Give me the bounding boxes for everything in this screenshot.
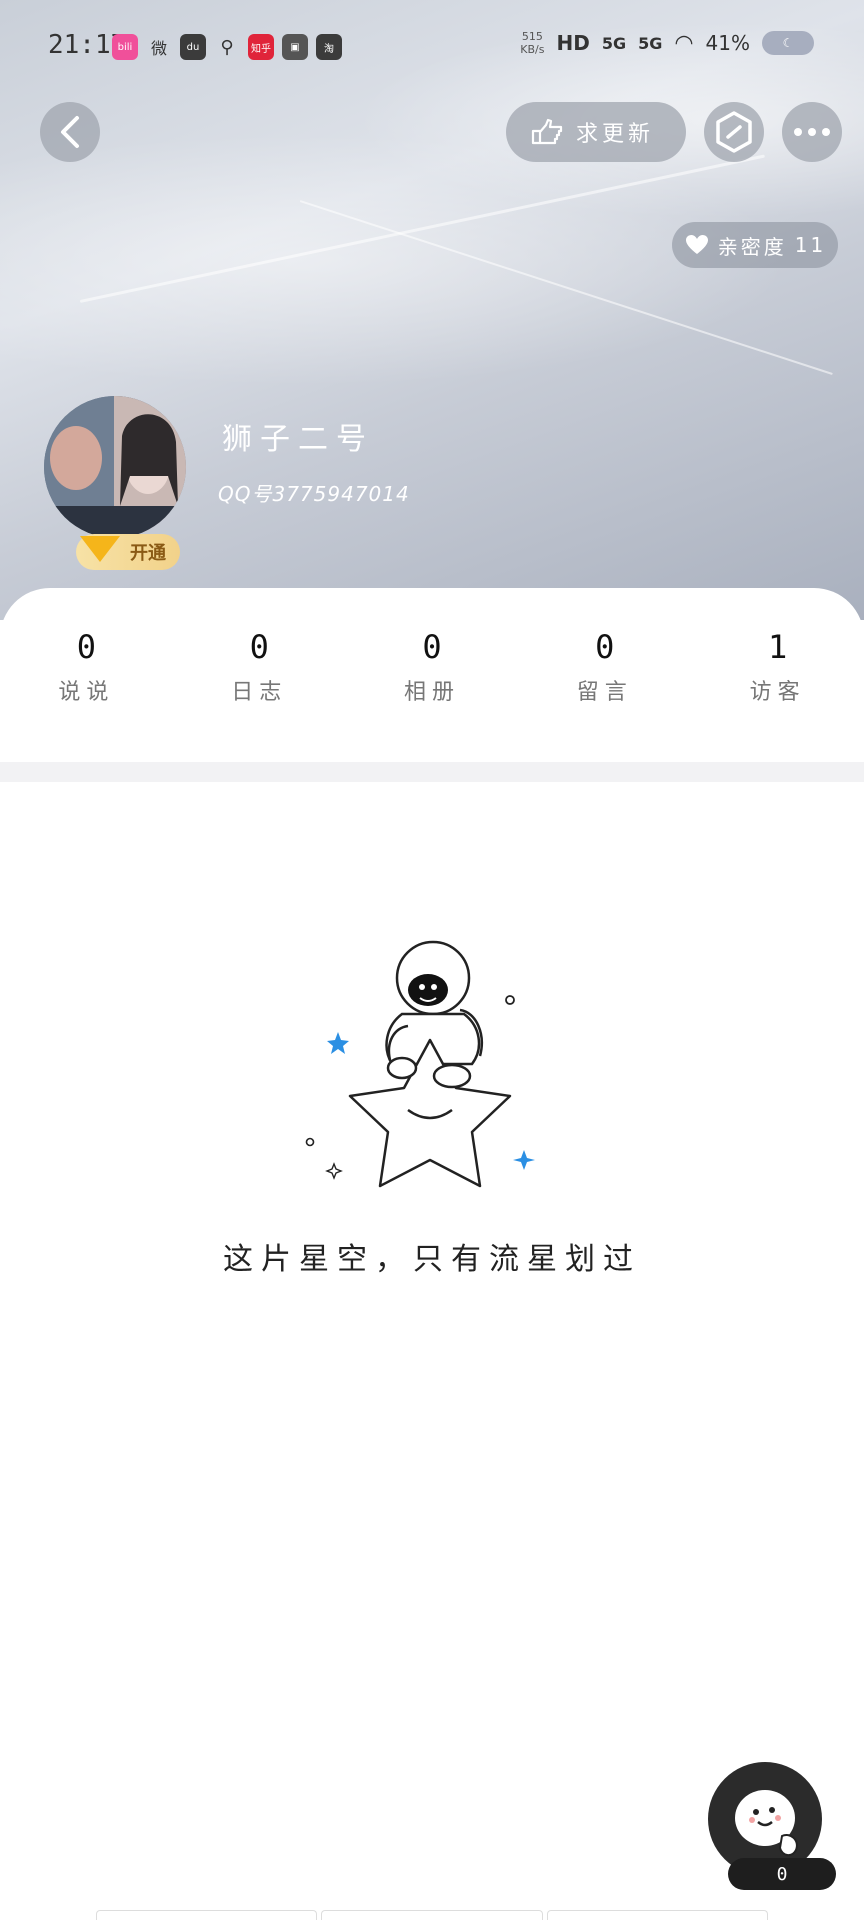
status-bar: 21:17 bili 微 du ⚲ 知乎 ▣ 淘 515 KB/s HD 5G …	[0, 0, 864, 96]
stat-label: 说说	[58, 680, 115, 705]
moon-icon: ☾	[762, 31, 814, 55]
bottom-tab-edge	[546, 1910, 768, 1920]
stat-value: 0	[249, 628, 269, 666]
stat-album[interactable]: 0 相册	[346, 628, 519, 706]
zhihu-icon: 知乎	[248, 34, 274, 60]
net-speed-unit: KB/s	[520, 43, 545, 56]
stat-value: 1	[767, 628, 788, 666]
empty-state-message: 这片星空，只有流星划过	[223, 1242, 641, 1277]
heart-icon	[685, 235, 708, 254]
diamond-icon	[80, 536, 120, 562]
stat-label: 日志	[231, 680, 288, 705]
intimacy-label: 亲密度	[717, 234, 787, 259]
intimacy-value: 11	[794, 233, 827, 257]
more-dots-icon	[794, 128, 830, 136]
qq-number: QQ号3775947014	[218, 482, 410, 506]
status-right: 515 KB/s HD 5G 5G ◠ 41% ☾	[520, 30, 814, 56]
bottom-tab-edge	[321, 1910, 543, 1920]
nickname: 狮子二号	[222, 422, 374, 457]
request-update-button[interactable]: 求更新	[506, 102, 686, 162]
net-speed-value: 515	[521, 30, 543, 43]
stat-blog[interactable]: 0 日志	[173, 628, 346, 706]
pointing-hand-icon	[531, 118, 563, 145]
game-icon: ▣	[282, 34, 308, 60]
weibo-icon: 微	[150, 39, 167, 58]
stat-label: 访客	[749, 680, 806, 705]
maps-icon: ⚲	[220, 36, 234, 58]
cover-streak	[79, 154, 766, 303]
stats-row: 0 说说 0 日志 0 相册 0 留言 1 访客	[0, 628, 864, 706]
vip-open-label: 开通	[130, 543, 166, 564]
chevron-left-icon	[61, 116, 79, 148]
stat-value: 0	[76, 628, 97, 666]
stat-visitors[interactable]: 1 访客	[691, 628, 864, 706]
signal-icon: 5G	[638, 33, 663, 53]
stat-label: 留言	[576, 680, 633, 705]
stat-label: 相册	[403, 680, 460, 705]
bilibili-icon: bili	[112, 34, 138, 60]
du-icon: du	[180, 34, 206, 60]
section-divider	[0, 762, 864, 782]
avatar-photo	[44, 396, 186, 538]
battery-level: 41%	[705, 31, 750, 55]
stat-value: 0	[595, 628, 615, 666]
bottom-tab-edges	[96, 1910, 768, 1920]
request-update-label: 求更新	[576, 122, 655, 147]
taobao-icon: 淘	[316, 34, 342, 60]
hexagon-icon	[716, 111, 752, 153]
signal-icon: 5G	[601, 33, 627, 53]
avatar[interactable]	[44, 396, 186, 538]
astronaut-star-illustration	[305, 940, 535, 1188]
status-app-icons: bili 微 du ⚲ 知乎 ▣ 淘	[112, 34, 342, 60]
hexagon-button[interactable]	[704, 102, 764, 162]
stat-shuoshuo[interactable]: 0 说说	[0, 628, 173, 706]
bottom-tab-edge	[96, 1910, 318, 1920]
stat-value: 0	[422, 628, 442, 666]
more-button[interactable]	[782, 102, 842, 162]
net-speed: 515 KB/s	[520, 30, 544, 56]
hd-icon: HD	[556, 31, 590, 55]
stat-messages[interactable]: 0 留言	[518, 628, 691, 706]
intimacy-badge[interactable]: 亲密度 11	[672, 222, 838, 268]
assistant-count-badge: 0	[728, 1858, 836, 1890]
back-button[interactable]	[40, 102, 100, 162]
wifi-icon: ◠	[674, 30, 694, 56]
